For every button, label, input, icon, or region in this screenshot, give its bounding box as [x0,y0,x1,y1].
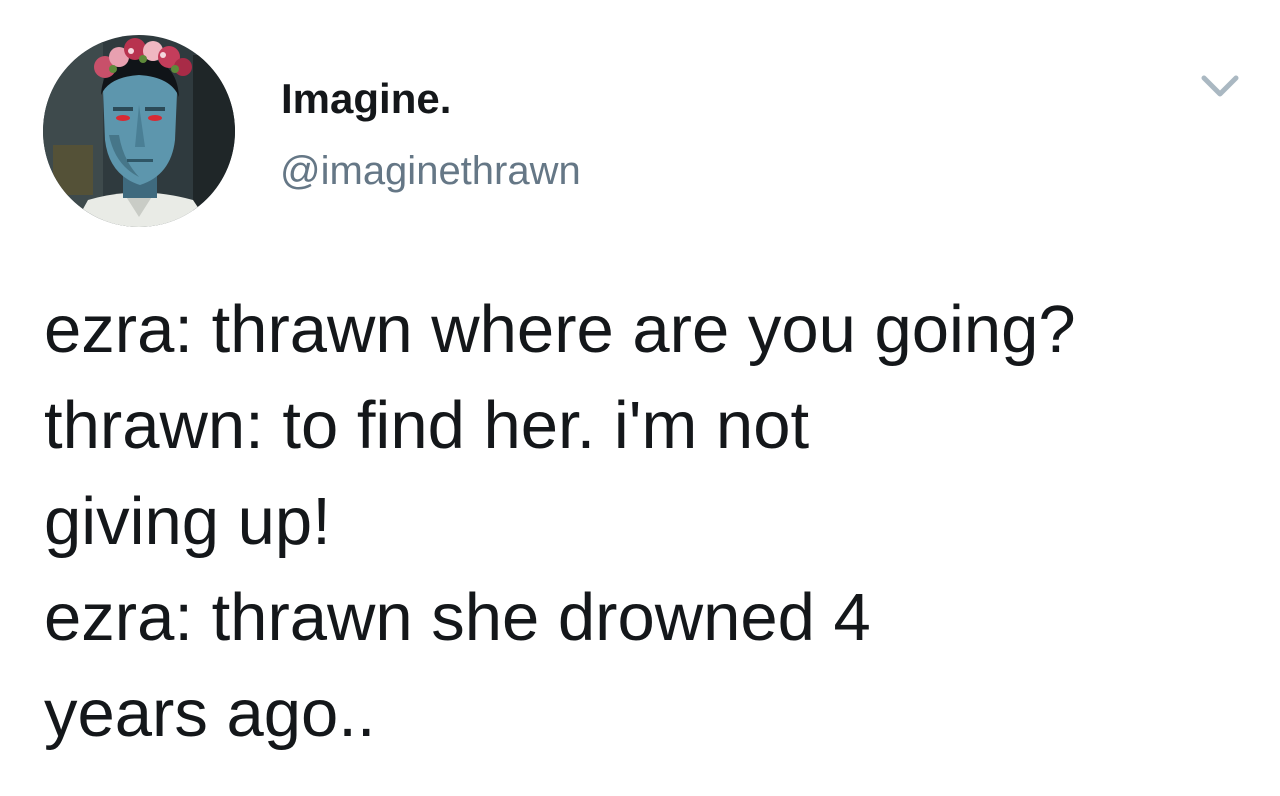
tweet-line: ezra: thrawn she drowned 4 [44,580,871,655]
tweet-line: thrawn: to find her. i'm not [44,388,810,463]
tweet-line: ezra: thrawn where are you going? [44,292,1076,367]
tweet-line: years ago.. [44,676,376,751]
avatar[interactable] [43,35,235,227]
chevron-down-icon[interactable] [1196,66,1244,106]
tweet-card: Imagine. @imaginethrawn ezra: thrawn whe… [0,0,1280,796]
display-name[interactable]: Imagine. [281,72,451,126]
avatar-image [43,35,235,227]
tweet-line: giving up! [44,484,331,559]
user-handle[interactable]: @imaginethrawn [280,146,581,196]
tweet-text: ezra: thrawn where are you going? thrawn… [44,282,1254,762]
